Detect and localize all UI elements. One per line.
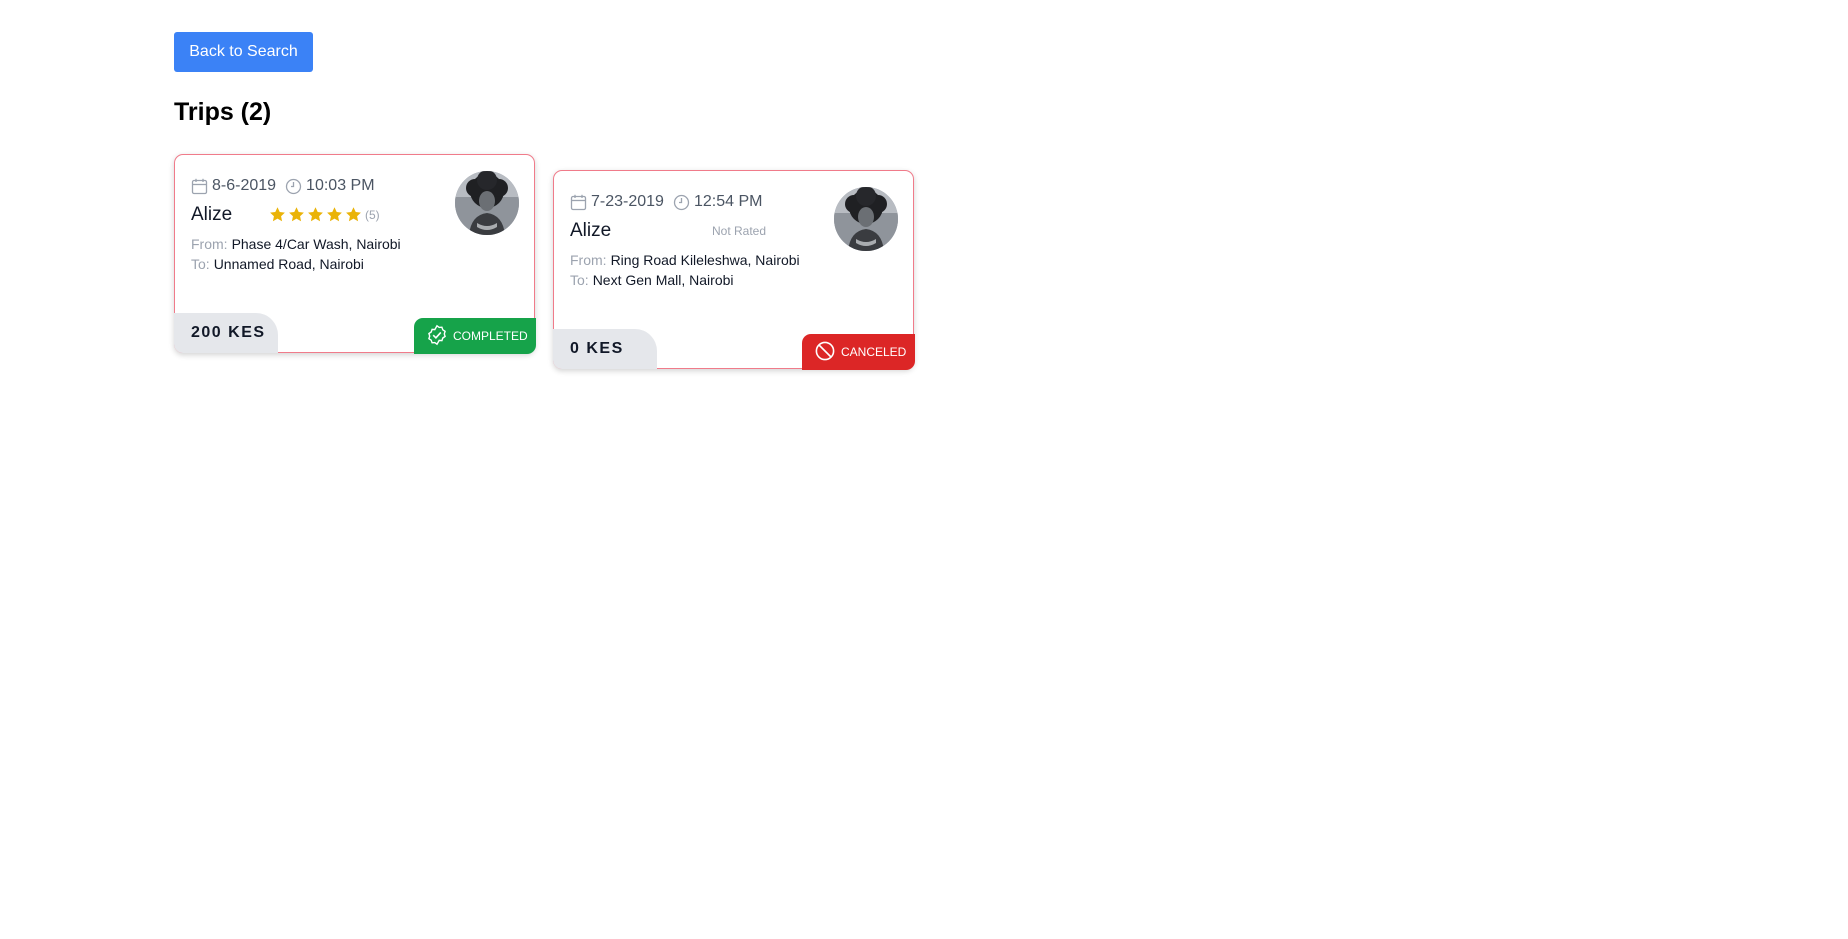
route-to: To: Unnamed Road, Nairobi [191,256,364,272]
from-address: Phase 4/Car Wash, Nairobi [231,236,401,252]
clock-icon [673,194,690,211]
rating-status: Not Rated [712,224,767,238]
driver-name: Alize [191,204,233,225]
trip-datetime: 7-23-2019 12:54 PM [570,193,762,211]
fare-badge: 0 KES [553,329,657,369]
page-title: Trips (2) [174,98,272,126]
star-icon [327,207,342,222]
trip-date: 8-6-2019 [212,177,277,194]
star-icon [308,207,323,222]
trip-date: 7-23-2019 [591,193,664,210]
driver-name: Alize [570,220,612,241]
to-address: Unnamed Road, Nairobi [213,256,364,272]
trip-card[interactable]: 7-23-2019 12:54 PM Alize Not Rated From:… [553,170,915,370]
to-label: To: [570,272,589,288]
back-to-search-button[interactable]: Back to Search [174,32,313,72]
from-address: Ring Road Kileleshwa, Nairobi [610,252,800,268]
route-from: From: Ring Road Kileleshwa, Nairobi [570,252,800,268]
trip-card[interactable]: 8-6-2019 10:03 PM Alize (5) From: Phase … [174,154,536,354]
driver-avatar [455,171,519,235]
driver-avatar [834,187,898,251]
star-icon [346,207,361,222]
from-label: From: [191,236,228,252]
route-to: To: Next Gen Mall, Nairobi [570,272,734,288]
star-icon [270,207,285,222]
status-label: CANCELED [841,345,907,359]
rating-count: (5) [365,207,380,222]
star-icon [289,207,304,222]
ban-icon [814,340,841,365]
trip-time: 12:54 PM [693,193,763,210]
from-label: From: [570,252,607,268]
to-address: Next Gen Mall, Nairobi [592,272,734,288]
trip-time: 10:03 PM [306,177,375,194]
route-from: From: Phase 4/Car Wash, Nairobi [191,236,401,252]
calendar-icon [191,178,208,195]
star-rating: (5) [269,206,380,223]
page: Back to Search Trips (2) 8-6-2019 10:03 … [0,0,1848,939]
clock-icon [285,178,302,195]
status-label: COMPLETED [453,329,528,343]
fare-badge: 200 KES [174,313,278,353]
calendar-icon [570,194,587,211]
trip-datetime: 8-6-2019 10:03 PM [191,177,375,195]
to-label: To: [191,256,210,272]
status-badge: CANCELED [802,334,915,370]
status-badge: COMPLETED [414,318,536,354]
check-badge-icon [426,324,453,349]
